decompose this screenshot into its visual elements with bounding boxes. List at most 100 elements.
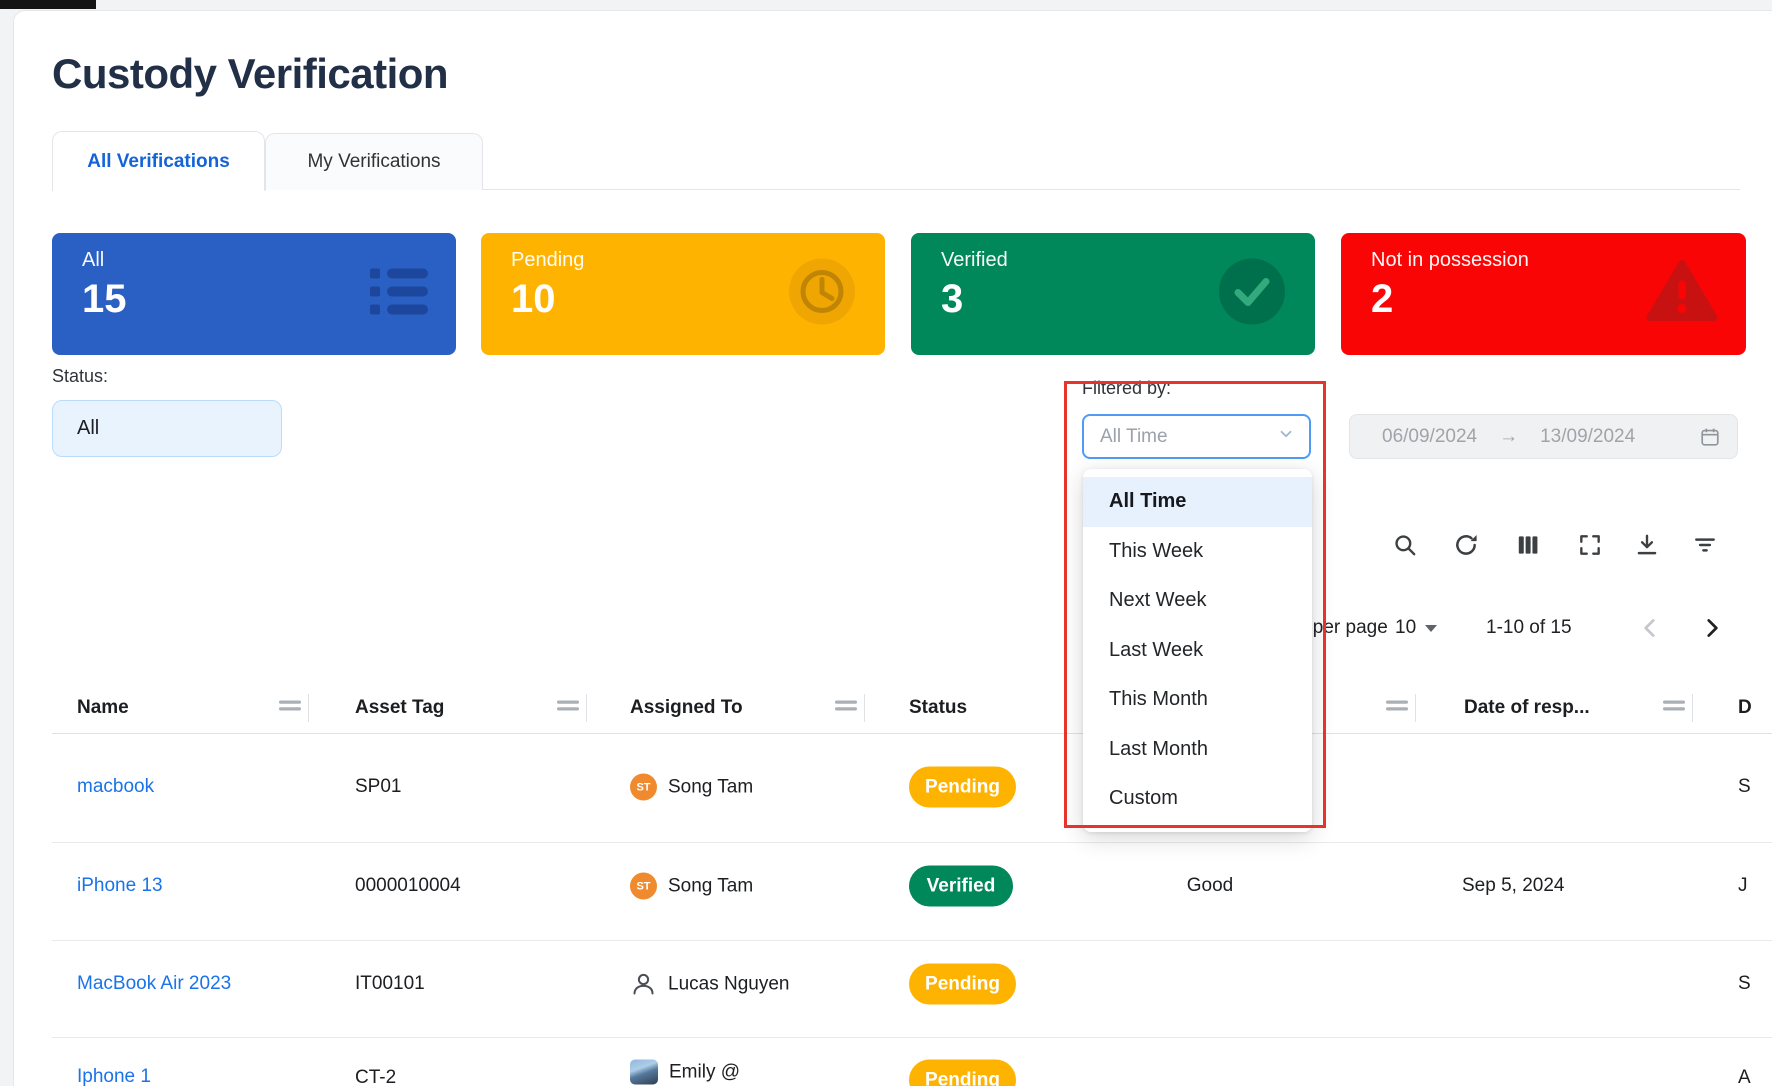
stat-card-pending-value: 10: [511, 277, 556, 322]
column-header-name[interactable]: Name: [77, 697, 129, 719]
assignee-name: Song Tam: [668, 875, 753, 897]
status-badge: Pending: [909, 767, 1016, 808]
column-separator[interactable]: [308, 694, 309, 722]
calendar-icon: [1699, 426, 1721, 448]
menu-option-last-week[interactable]: Last Week: [1083, 626, 1312, 676]
menu-option-custom[interactable]: Custom: [1083, 774, 1312, 824]
columns-icon[interactable]: [1515, 532, 1541, 558]
asset-tag-cell: CT-2: [355, 1067, 396, 1086]
column-separator[interactable]: [586, 694, 587, 722]
asset-tag-cell: IT00101: [355, 973, 425, 995]
page-title: Custody Verification: [52, 50, 448, 98]
date-range-input[interactable]: 06/09/2024 → 13/09/2024: [1349, 414, 1738, 459]
menu-option-this-week[interactable]: This Week: [1083, 527, 1312, 577]
asset-name-link[interactable]: iPhone 13: [77, 875, 163, 897]
assigned-to-cell: Lucas Nguyen: [630, 971, 789, 998]
tab-all-verifications-label: All Verifications: [87, 151, 230, 173]
stat-card-nip-value: 2: [1371, 277, 1393, 322]
time-filter-select[interactable]: All Time: [1082, 414, 1311, 459]
prev-page-button[interactable]: [1637, 615, 1663, 646]
page-size-select[interactable]: 10: [1395, 617, 1437, 639]
assigned-to-cell: Emily @: [630, 1060, 740, 1085]
column-drag-icon[interactable]: [278, 699, 302, 718]
menu-option-last-month[interactable]: Last Month: [1083, 725, 1312, 775]
warning-icon: [1646, 260, 1718, 329]
chevron-left-icon: [1637, 615, 1663, 641]
condition-cell: Good: [1170, 875, 1250, 897]
filter-icon[interactable]: [1692, 532, 1718, 558]
custody-verification-page: Custody Verification All Verifications M…: [0, 0, 1772, 1086]
column-header-assigned-to[interactable]: Assigned To: [630, 697, 743, 719]
tab-my-verifications[interactable]: My Verifications: [265, 133, 483, 190]
status-badge: Pending: [909, 964, 1016, 1005]
menu-option-next-week[interactable]: Next Week: [1083, 576, 1312, 626]
header-divider: [52, 733, 1772, 734]
date-to-value: 13/09/2024: [1540, 426, 1635, 448]
stat-card-nip-label: Not in possession: [1371, 249, 1529, 272]
assigned-to-cell: ST Song Tam: [630, 873, 753, 900]
truncated-cell: J: [1738, 875, 1748, 897]
stat-card-verified-label: Verified: [941, 249, 1008, 272]
status-badge: Verified: [909, 866, 1013, 907]
status-badge: Pending: [909, 1060, 1016, 1086]
next-page-button[interactable]: [1699, 615, 1725, 646]
asset-name-link[interactable]: Iphone 1: [77, 1066, 151, 1086]
column-drag-icon[interactable]: [834, 699, 858, 718]
column-drag-icon[interactable]: [556, 699, 580, 718]
truncated-cell: S: [1738, 973, 1751, 995]
pagination-range: 1-10 of 15: [1486, 617, 1572, 639]
column-drag-icon[interactable]: [1385, 699, 1409, 718]
tab-my-verifications-label: My Verifications: [307, 151, 440, 173]
filtered-by-label: Filtered by:: [1082, 378, 1171, 399]
status-filter-value: All: [77, 417, 99, 440]
asset-name-link[interactable]: macbook: [77, 776, 154, 798]
stat-card-all-label: All: [82, 249, 104, 272]
asset-tag-cell: SP01: [355, 776, 401, 798]
menu-option-all-time[interactable]: All Time: [1083, 477, 1312, 527]
refresh-icon[interactable]: [1453, 532, 1479, 558]
status-filter-select[interactable]: All: [52, 400, 282, 457]
stat-card-all-value: 15: [82, 277, 127, 322]
time-filter-value: All Time: [1100, 426, 1277, 448]
stat-card-pending[interactable]: Pending 10: [481, 233, 885, 355]
assignee-name: Song Tam: [668, 776, 753, 798]
avatar-initials: ST: [630, 774, 657, 801]
column-header-truncated[interactable]: D: [1738, 697, 1752, 719]
download-icon[interactable]: [1634, 532, 1660, 558]
stat-card-not-in-possession[interactable]: Not in possession 2: [1341, 233, 1746, 355]
column-header-asset-tag[interactable]: Asset Tag: [355, 697, 444, 719]
assignee-name: Lucas Nguyen: [668, 973, 789, 995]
date-arrow: →: [1499, 426, 1518, 448]
stat-card-verified[interactable]: Verified 3: [911, 233, 1315, 355]
screen-edge-artifact: [0, 0, 96, 9]
truncated-cell: S: [1738, 776, 1751, 798]
page-size-value: 10: [1395, 617, 1416, 639]
column-header-status[interactable]: Status: [909, 697, 967, 719]
assignee-name: Emily @: [669, 1061, 740, 1083]
time-filter-menu: All Time This Week Next Week Last Week T…: [1083, 469, 1312, 832]
photo-avatar: [630, 1060, 658, 1085]
stat-card-verified-value: 3: [941, 277, 963, 322]
menu-option-this-month[interactable]: This Month: [1083, 675, 1312, 725]
fullscreen-icon[interactable]: [1577, 532, 1603, 558]
search-icon[interactable]: [1392, 532, 1418, 558]
stat-card-all[interactable]: All 15: [52, 233, 456, 355]
stat-card-pending-label: Pending: [511, 249, 584, 272]
asset-tag-cell: 0000010004: [355, 875, 461, 897]
avatar-initials: ST: [630, 873, 657, 900]
column-header-date-of-response[interactable]: Date of resp...: [1464, 697, 1590, 719]
column-drag-icon[interactable]: [1662, 699, 1686, 718]
tab-all-verifications[interactable]: All Verifications: [52, 131, 265, 191]
row-divider: [52, 1037, 1772, 1038]
clock-icon: [787, 257, 857, 332]
assigned-to-cell: ST Song Tam: [630, 774, 753, 801]
check-circle-icon: [1217, 257, 1287, 332]
column-separator[interactable]: [1415, 694, 1416, 722]
asset-name-link[interactable]: MacBook Air 2023: [77, 973, 231, 995]
chevron-right-icon: [1699, 615, 1725, 641]
truncated-cell: A: [1738, 1067, 1751, 1086]
chevron-down-icon: [1277, 425, 1295, 448]
row-divider: [52, 842, 1772, 843]
column-separator[interactable]: [864, 694, 865, 722]
column-separator[interactable]: [1692, 694, 1693, 722]
